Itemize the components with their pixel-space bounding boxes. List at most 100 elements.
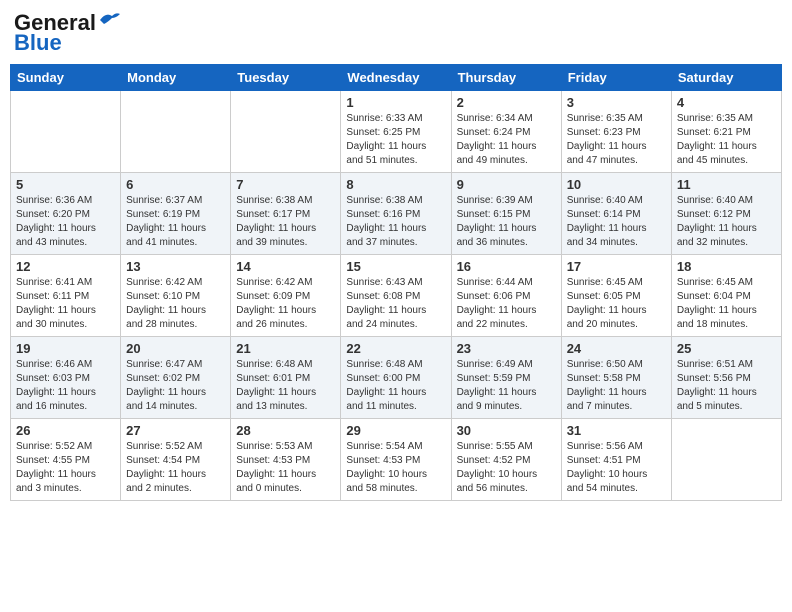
day-number: 2 xyxy=(457,95,556,110)
cell-info: Sunrise: 6:35 AM Sunset: 6:23 PM Dayligh… xyxy=(567,112,666,168)
calendar-cell: 1 Sunrise: 6:33 AM Sunset: 6:25 PM Daylig… xyxy=(341,91,451,173)
cell-info: Sunrise: 5:54 AM Sunset: 4:53 PM Dayligh… xyxy=(346,440,445,496)
calendar-cell: 23 Sunrise: 6:49 AM Sunset: 5:59 PM Dayli… xyxy=(451,337,561,419)
calendar-cell xyxy=(11,91,121,173)
calendar-cell: 18 Sunrise: 6:45 AM Sunset: 6:04 PM Dayli… xyxy=(671,255,781,337)
calendar-cell: 30 Sunrise: 5:55 AM Sunset: 4:52 PM Dayli… xyxy=(451,419,561,501)
day-number: 17 xyxy=(567,259,666,274)
calendar-cell xyxy=(121,91,231,173)
calendar-cell: 15Sunrise: 6:43 AM Sunset: 6:08 PM Dayli… xyxy=(341,255,451,337)
day-number: 5 xyxy=(16,177,115,192)
cell-info: Sunrise: 6:45 AM Sunset: 6:04 PM Dayligh… xyxy=(677,276,776,332)
cell-info: Sunrise: 5:55 AM Sunset: 4:52 PM Dayligh… xyxy=(457,440,556,496)
day-number: 26 xyxy=(16,423,115,438)
weekday-wednesday: Wednesday xyxy=(341,65,451,91)
day-number: 8 xyxy=(346,177,445,192)
day-number: 12 xyxy=(16,259,115,274)
day-number: 28 xyxy=(236,423,335,438)
cell-info: Sunrise: 6:38 AM Sunset: 6:17 PM Dayligh… xyxy=(236,194,335,250)
calendar-cell: 24 Sunrise: 6:50 AM Sunset: 5:58 PM Dayli… xyxy=(561,337,671,419)
weekday-saturday: Saturday xyxy=(671,65,781,91)
calendar-cell: 5 Sunrise: 6:36 AM Sunset: 6:20 PM Daylig… xyxy=(11,173,121,255)
day-number: 27 xyxy=(126,423,225,438)
logo-blue: Blue xyxy=(14,30,62,56)
day-number: 21 xyxy=(236,341,335,356)
day-number: 4 xyxy=(677,95,776,110)
calendar-week-2: 5 Sunrise: 6:36 AM Sunset: 6:20 PM Daylig… xyxy=(11,173,782,255)
weekday-thursday: Thursday xyxy=(451,65,561,91)
calendar-cell: 19 Sunrise: 6:46 AM Sunset: 6:03 PM Dayli… xyxy=(11,337,121,419)
cell-info: Sunrise: 6:34 AM Sunset: 6:24 PM Dayligh… xyxy=(457,112,556,168)
calendar-cell: 21Sunrise: 6:48 AM Sunset: 6:01 PM Dayli… xyxy=(231,337,341,419)
cell-info: Sunrise: 6:42 AM Sunset: 6:10 PM Dayligh… xyxy=(126,276,225,332)
day-number: 19 xyxy=(16,341,115,356)
day-number: 10 xyxy=(567,177,666,192)
cell-info: Sunrise: 6:47 AM Sunset: 6:02 PM Dayligh… xyxy=(126,358,225,414)
calendar-cell: 20 Sunrise: 6:47 AM Sunset: 6:02 PM Dayli… xyxy=(121,337,231,419)
day-number: 30 xyxy=(457,423,556,438)
cell-info: Sunrise: 6:38 AM Sunset: 6:16 PM Dayligh… xyxy=(346,194,445,250)
calendar-cell: 9 Sunrise: 6:39 AM Sunset: 6:15 PM Daylig… xyxy=(451,173,561,255)
cell-info: Sunrise: 6:49 AM Sunset: 5:59 PM Dayligh… xyxy=(457,358,556,414)
cell-info: Sunrise: 6:36 AM Sunset: 6:20 PM Dayligh… xyxy=(16,194,115,250)
calendar-cell xyxy=(671,419,781,501)
calendar-cell: 3 Sunrise: 6:35 AM Sunset: 6:23 PM Daylig… xyxy=(561,91,671,173)
logo-bird-icon xyxy=(98,10,120,28)
calendar-cell: 25 Sunrise: 6:51 AM Sunset: 5:56 PM Dayli… xyxy=(671,337,781,419)
calendar-cell: 26Sunrise: 5:52 AM Sunset: 4:55 PM Dayli… xyxy=(11,419,121,501)
day-number: 31 xyxy=(567,423,666,438)
calendar-cell: 8 Sunrise: 6:38 AM Sunset: 6:16 PM Daylig… xyxy=(341,173,451,255)
weekday-friday: Friday xyxy=(561,65,671,91)
day-number: 7 xyxy=(236,177,335,192)
cell-info: Sunrise: 6:45 AM Sunset: 6:05 PM Dayligh… xyxy=(567,276,666,332)
calendar-cell: 29 Sunrise: 5:54 AM Sunset: 4:53 PM Dayli… xyxy=(341,419,451,501)
day-number: 6 xyxy=(126,177,225,192)
calendar-cell: 14 Sunrise: 6:42 AM Sunset: 6:09 PM Dayli… xyxy=(231,255,341,337)
day-number: 23 xyxy=(457,341,556,356)
calendar-cell: 16 Sunrise: 6:44 AM Sunset: 6:06 PM Dayli… xyxy=(451,255,561,337)
weekday-tuesday: Tuesday xyxy=(231,65,341,91)
cell-info: Sunrise: 6:40 AM Sunset: 6:14 PM Dayligh… xyxy=(567,194,666,250)
cell-info: Sunrise: 5:52 AM Sunset: 4:54 PM Dayligh… xyxy=(126,440,225,496)
day-number: 16 xyxy=(457,259,556,274)
weekday-header-row: SundayMondayTuesdayWednesdayThursdayFrid… xyxy=(11,65,782,91)
day-number: 11 xyxy=(677,177,776,192)
cell-info: Sunrise: 6:42 AM Sunset: 6:09 PM Dayligh… xyxy=(236,276,335,332)
calendar-cell: 31 Sunrise: 5:56 AM Sunset: 4:51 PM Dayli… xyxy=(561,419,671,501)
day-number: 14 xyxy=(236,259,335,274)
day-number: 25 xyxy=(677,341,776,356)
calendar-cell: 4 Sunrise: 6:35 AM Sunset: 6:21 PM Daylig… xyxy=(671,91,781,173)
calendar-cell: 12Sunrise: 6:41 AM Sunset: 6:11 PM Dayli… xyxy=(11,255,121,337)
logo: General Blue xyxy=(14,10,120,56)
cell-info: Sunrise: 5:53 AM Sunset: 4:53 PM Dayligh… xyxy=(236,440,335,496)
cell-info: Sunrise: 5:56 AM Sunset: 4:51 PM Dayligh… xyxy=(567,440,666,496)
calendar-cell xyxy=(231,91,341,173)
cell-info: Sunrise: 6:33 AM Sunset: 6:25 PM Dayligh… xyxy=(346,112,445,168)
day-number: 20 xyxy=(126,341,225,356)
cell-info: Sunrise: 6:51 AM Sunset: 5:56 PM Dayligh… xyxy=(677,358,776,414)
day-number: 18 xyxy=(677,259,776,274)
calendar-cell: 10 Sunrise: 6:40 AM Sunset: 6:14 PM Dayli… xyxy=(561,173,671,255)
calendar-body: 1 Sunrise: 6:33 AM Sunset: 6:25 PM Daylig… xyxy=(11,91,782,501)
day-number: 3 xyxy=(567,95,666,110)
day-number: 24 xyxy=(567,341,666,356)
calendar-cell: 13Sunrise: 6:42 AM Sunset: 6:10 PM Dayli… xyxy=(121,255,231,337)
cell-info: Sunrise: 6:44 AM Sunset: 6:06 PM Dayligh… xyxy=(457,276,556,332)
cell-info: Sunrise: 6:39 AM Sunset: 6:15 PM Dayligh… xyxy=(457,194,556,250)
calendar-cell: 7 Sunrise: 6:38 AM Sunset: 6:17 PM Daylig… xyxy=(231,173,341,255)
cell-info: Sunrise: 6:50 AM Sunset: 5:58 PM Dayligh… xyxy=(567,358,666,414)
calendar-cell: 27 Sunrise: 5:52 AM Sunset: 4:54 PM Dayli… xyxy=(121,419,231,501)
cell-info: Sunrise: 6:46 AM Sunset: 6:03 PM Dayligh… xyxy=(16,358,115,414)
calendar-cell: 22Sunrise: 6:48 AM Sunset: 6:00 PM Dayli… xyxy=(341,337,451,419)
calendar-week-5: 26Sunrise: 5:52 AM Sunset: 4:55 PM Dayli… xyxy=(11,419,782,501)
cell-info: Sunrise: 6:35 AM Sunset: 6:21 PM Dayligh… xyxy=(677,112,776,168)
cell-info: Sunrise: 6:37 AM Sunset: 6:19 PM Dayligh… xyxy=(126,194,225,250)
weekday-monday: Monday xyxy=(121,65,231,91)
day-number: 22 xyxy=(346,341,445,356)
day-number: 9 xyxy=(457,177,556,192)
day-number: 29 xyxy=(346,423,445,438)
calendar-cell: 11Sunrise: 6:40 AM Sunset: 6:12 PM Dayli… xyxy=(671,173,781,255)
day-number: 1 xyxy=(346,95,445,110)
page-header: General Blue xyxy=(10,10,782,56)
calendar-week-4: 19 Sunrise: 6:46 AM Sunset: 6:03 PM Dayli… xyxy=(11,337,782,419)
